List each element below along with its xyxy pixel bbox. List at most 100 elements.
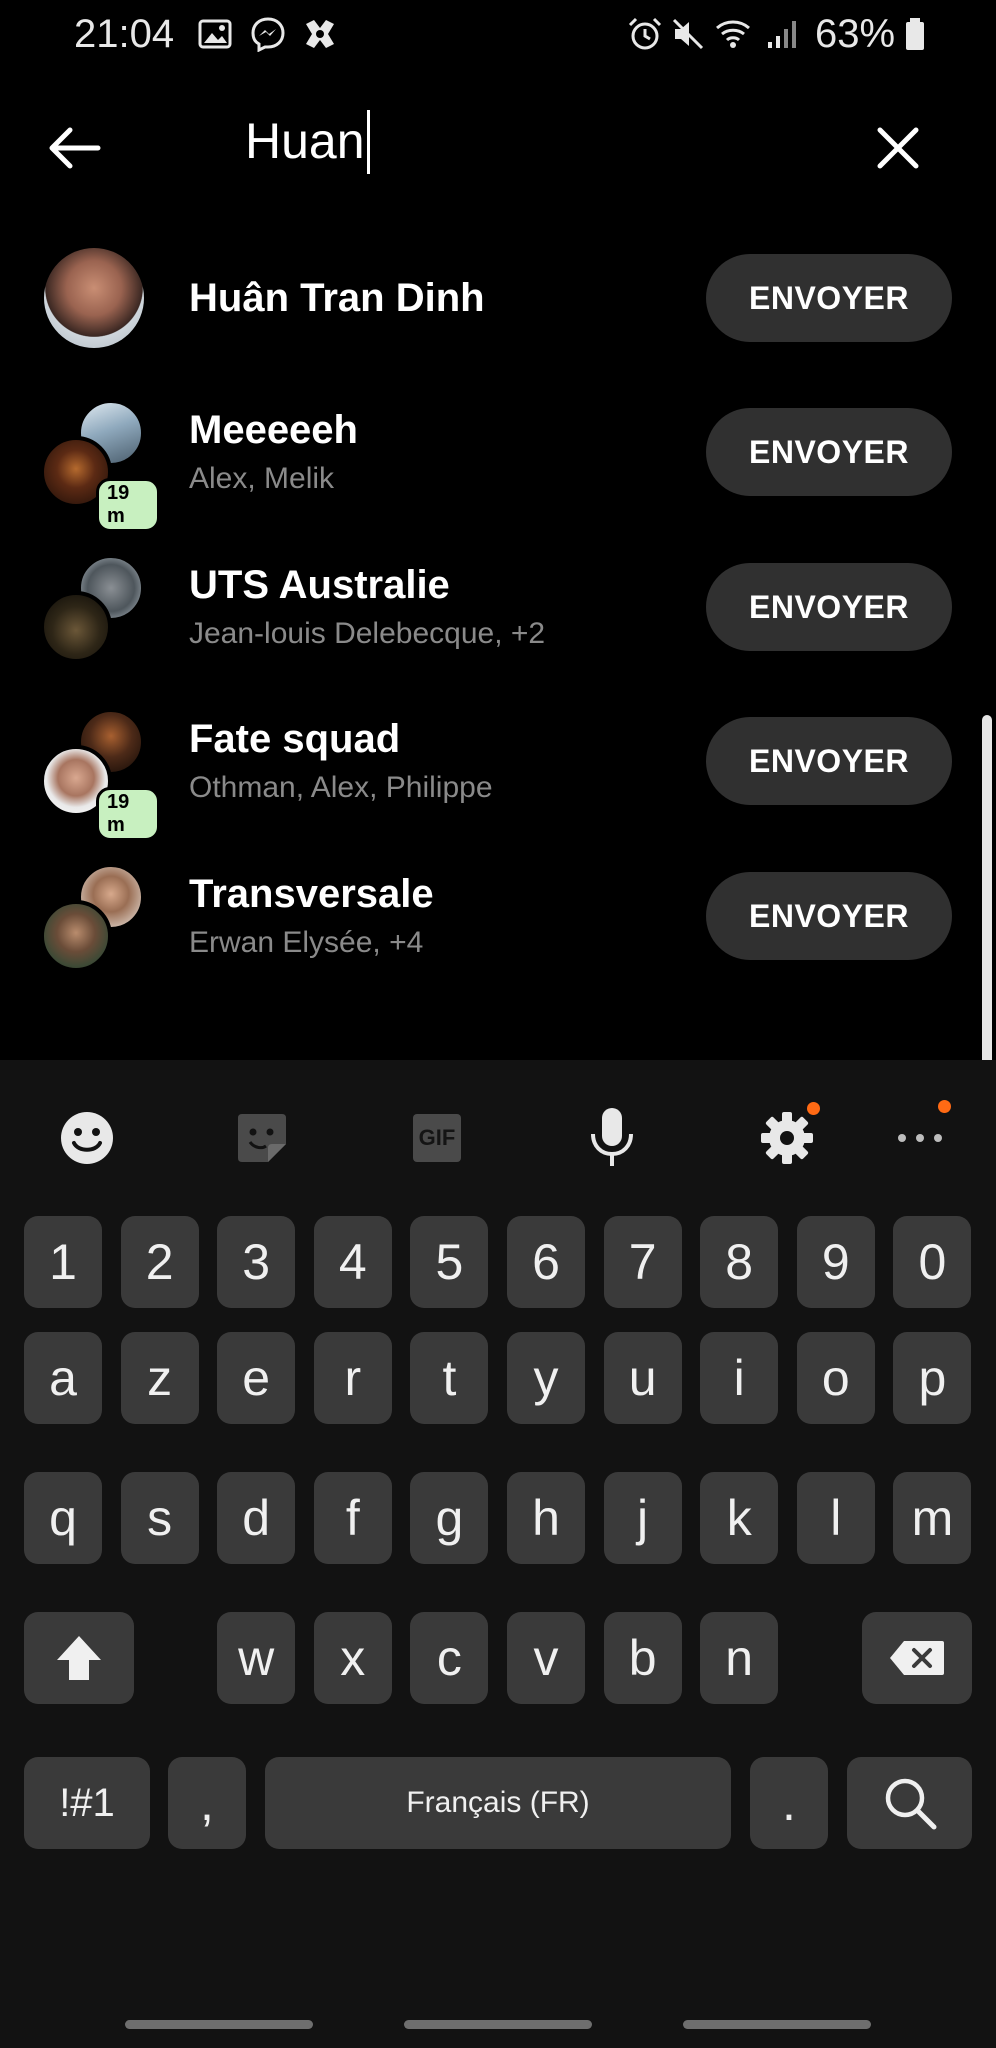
nav-back[interactable] [683, 2020, 871, 2029]
contact-name: Huân Tran Dinh [189, 276, 485, 320]
gif-button[interactable]: GIF [405, 1106, 469, 1170]
arrow-left-icon [49, 127, 101, 169]
avatar-photo [40, 900, 112, 972]
key-letter[interactable]: r [313, 1332, 392, 1424]
key-letter[interactable]: q [24, 1472, 102, 1564]
key-letter[interactable]: m [893, 1472, 972, 1564]
nav-home[interactable] [404, 2020, 592, 2029]
more-options-button[interactable] [888, 1100, 952, 1170]
key-letter[interactable]: s [120, 1472, 199, 1564]
group-members: Erwan Elysée, +4 [189, 926, 424, 959]
gif-label: GIF [418, 1125, 456, 1150]
list-item[interactable]: Transversale Erwan Elysée, +4 ENVOYER [0, 846, 996, 1001]
send-button[interactable]: ENVOYER [706, 563, 952, 651]
scrollbar[interactable] [982, 715, 992, 1097]
key-letter[interactable]: a [24, 1332, 102, 1424]
key-letter[interactable]: l [796, 1472, 875, 1564]
key-letter[interactable]: b [603, 1612, 682, 1704]
app-icon [306, 20, 334, 48]
search-input[interactable]: Huan [245, 112, 845, 170]
key-letter[interactable]: o [796, 1332, 875, 1424]
key-letter[interactable]: t [410, 1332, 489, 1424]
key-letter[interactable]: z [120, 1332, 199, 1424]
shift-key[interactable] [24, 1612, 134, 1704]
avatar-photo [44, 248, 144, 348]
back-button[interactable] [42, 118, 112, 178]
key-number[interactable]: 5 [410, 1216, 489, 1308]
key-letter[interactable]: f [313, 1472, 392, 1564]
avatar [40, 246, 160, 356]
backspace-icon [890, 1641, 944, 1675]
emoji-icon [61, 1112, 113, 1164]
key-letter[interactable]: e [217, 1332, 296, 1424]
sticker-button[interactable] [230, 1106, 294, 1170]
key-number[interactable]: 9 [796, 1216, 875, 1308]
key-letter[interactable]: v [507, 1612, 585, 1704]
key-number[interactable]: 4 [313, 1216, 392, 1308]
search-bar: Huan [0, 90, 996, 200]
battery-icon [906, 18, 924, 50]
key-letter[interactable]: h [507, 1472, 585, 1564]
key-letter[interactable]: j [603, 1472, 682, 1564]
emoji-button[interactable] [55, 1106, 119, 1170]
clear-search-button[interactable] [868, 118, 928, 178]
list-item[interactable]: Huân Tran Dinh ENVOYER [0, 228, 996, 383]
group-avatar: 19 m [40, 400, 160, 532]
key-number[interactable]: 7 [603, 1216, 682, 1308]
key-letter[interactable]: d [217, 1472, 296, 1564]
key-number[interactable]: 8 [700, 1216, 779, 1308]
signal-icon [768, 21, 796, 48]
alarm-icon [628, 17, 662, 50]
key-number[interactable]: 3 [217, 1216, 296, 1308]
list-item[interactable]: 19 m Meeeeeh Alex, Melik ENVOYER [0, 382, 996, 537]
comma-key[interactable]: , [168, 1757, 246, 1849]
notification-dot [938, 1100, 951, 1113]
shift-arrow-icon [57, 1636, 101, 1680]
send-button[interactable]: ENVOYER [706, 717, 952, 805]
space-key[interactable]: Français (FR) [265, 1757, 731, 1849]
send-button[interactable]: ENVOYER [706, 254, 952, 342]
group-members: Othman, Alex, Philippe [189, 771, 493, 804]
backspace-key[interactable] [862, 1612, 972, 1704]
list-item[interactable]: UTS Australie Jean-louis Delebecque, +2 … [0, 537, 996, 692]
send-button[interactable]: ENVOYER [706, 408, 952, 496]
group-name: Transversale [189, 872, 434, 916]
key-letter[interactable]: u [603, 1332, 682, 1424]
close-icon [877, 127, 919, 169]
key-letter[interactable]: c [410, 1612, 489, 1704]
key-letter[interactable]: w [217, 1612, 296, 1704]
key-letter[interactable]: y [507, 1332, 585, 1424]
group-avatar [40, 555, 160, 665]
key-number[interactable]: 1 [24, 1216, 102, 1308]
image-icon [198, 19, 232, 49]
keyboard-toolbar: GIF [0, 1060, 996, 1210]
key-letter[interactable]: n [700, 1612, 779, 1704]
search-key[interactable] [847, 1757, 972, 1849]
group-name: UTS Australie [189, 563, 450, 607]
key-letter[interactable]: k [700, 1472, 779, 1564]
key-number[interactable]: 6 [507, 1216, 585, 1308]
key-number[interactable]: 2 [120, 1216, 199, 1308]
mute-icon [672, 18, 704, 50]
sticker-icon [238, 1114, 286, 1162]
group-members: Jean-louis Delebecque, +2 [189, 617, 546, 650]
nav-recent-apps[interactable] [125, 2020, 313, 2029]
send-button[interactable]: ENVOYER [706, 872, 952, 960]
keyboard-settings-button[interactable] [755, 1102, 820, 1170]
group-name: Meeeeeh [189, 408, 358, 452]
group-members: Alex, Melik [189, 462, 335, 495]
status-time: 21:04 [74, 12, 175, 56]
key-letter[interactable]: x [313, 1612, 392, 1704]
group-avatar [40, 864, 160, 974]
group-avatar: 19 m [40, 709, 160, 841]
symbols-key[interactable]: !#1 [24, 1757, 150, 1849]
key-letter[interactable]: p [893, 1332, 972, 1424]
voice-input-button[interactable] [580, 1106, 644, 1170]
avatar-photo [40, 591, 112, 663]
key-letter[interactable]: i [700, 1332, 779, 1424]
status-bar: 21:04 63% [0, 0, 996, 70]
list-item[interactable]: 19 m Fate squad Othman, Alex, Philippe E… [0, 691, 996, 846]
period-key[interactable]: . [750, 1757, 828, 1849]
key-letter[interactable]: g [410, 1472, 489, 1564]
key-number[interactable]: 0 [893, 1216, 972, 1308]
